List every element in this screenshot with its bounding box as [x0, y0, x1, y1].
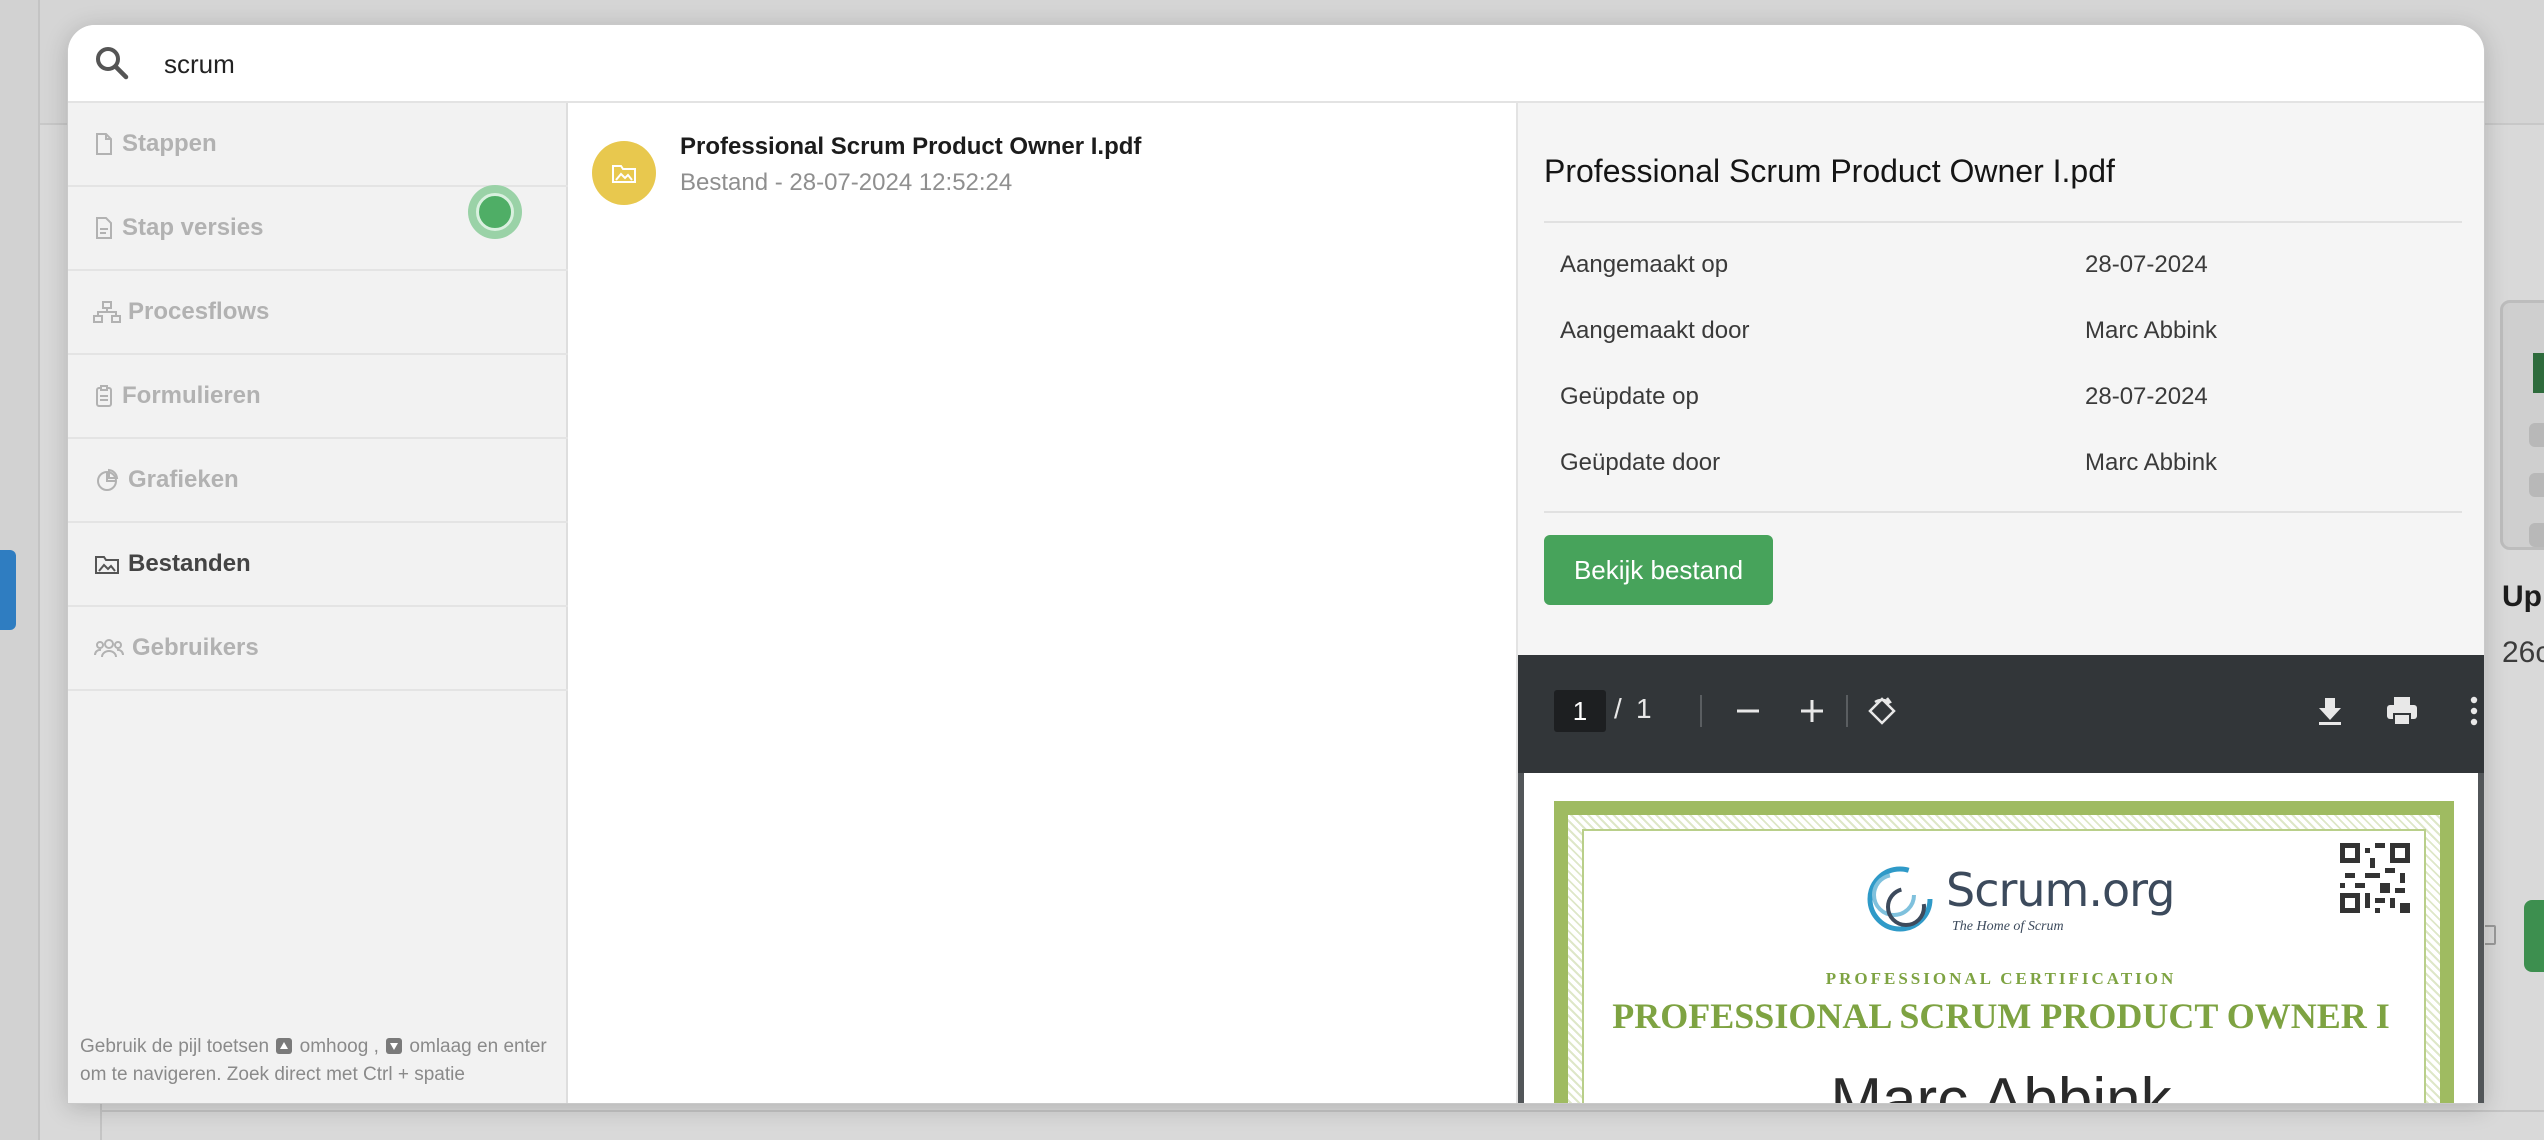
- meta-value: 28-07-2024: [2085, 383, 2208, 410]
- sidebar-item-gebruikers[interactable]: Gebruikers: [68, 607, 568, 691]
- background-card-dot: [2529, 423, 2544, 447]
- sidebar-item-label: Stappen: [122, 130, 217, 157]
- status-toggle[interactable]: [468, 185, 522, 239]
- meta-value: Marc Abbink: [2085, 317, 2218, 344]
- divider: [1544, 511, 2462, 513]
- pdf-toolbar: 1 / 1: [1518, 655, 2484, 773]
- more-options-icon[interactable]: [2452, 689, 2484, 733]
- scrum-logo-text: Scrum.org: [1946, 863, 2175, 917]
- print-icon[interactable]: [2380, 689, 2424, 733]
- certificate-recipient: Marc Abbink: [1830, 1066, 2172, 1104]
- meta-key: Geüpdate op: [1560, 383, 1699, 410]
- search-input[interactable]: [164, 39, 2064, 89]
- image-folder-icon: [592, 141, 656, 205]
- page-total: 1: [1636, 693, 1652, 724]
- arrow-down-key-icon: [386, 1038, 403, 1054]
- download-icon[interactable]: [2308, 689, 2352, 733]
- help-text-down: omlaag en: [409, 1036, 499, 1057]
- meta-value: Marc Abbink: [2085, 449, 2218, 476]
- search-bar: [68, 25, 2484, 103]
- sidebar-item-label: Gebruikers: [132, 634, 259, 661]
- list-item[interactable]: Professional Scrum Product Owner I.pdf B…: [568, 103, 1516, 231]
- meta-row: Aangemaakt op 28-07-2024: [1544, 233, 2462, 299]
- meta-key: Geüpdate door: [1560, 449, 1721, 476]
- view-file-button[interactable]: Bekijk bestand: [1544, 535, 1773, 605]
- scrum-logo-tagline: The Home of Scrum: [1952, 919, 2064, 934]
- scrum-logo-icon: [1867, 866, 1933, 932]
- pdf-page-area: Scrum.org The Home of Scrum PROFESSIONAL…: [1518, 773, 2484, 1104]
- search-modal: Stappen Stap versies Procesflows Formuli…: [67, 24, 2485, 1104]
- category-sidebar: Stappen Stap versies Procesflows Formuli…: [68, 103, 568, 1103]
- result-subtitle: Bestand - 28-07-2024 12:52:24: [680, 169, 1013, 196]
- sidebar-item-procesflows[interactable]: Procesflows: [68, 271, 568, 355]
- sidebar-item-formulieren[interactable]: Formulieren: [68, 355, 568, 439]
- background-card-dot: [2529, 473, 2544, 497]
- certificate-title: PROFESSIONAL SCRUM PRODUCT OWNER I: [1612, 996, 2390, 1036]
- background-divider: [100, 1110, 2544, 1112]
- meta-key: Aangemaakt door: [1560, 317, 1750, 344]
- background-card-subtitle: 26c: [2502, 636, 2544, 669]
- users-icon: [92, 636, 126, 660]
- pdf-page: Scrum.org The Home of Scrum PROFESSIONAL…: [1524, 773, 2478, 1104]
- meta-value: 28-07-2024: [2085, 251, 2208, 278]
- image-folder-icon: [92, 552, 122, 576]
- clipboard-icon: [92, 384, 116, 408]
- certificate-border: [1554, 801, 2454, 1103]
- sidebar-item-stappen[interactable]: Stappen: [68, 103, 568, 187]
- background-card-accent: [2533, 353, 2544, 393]
- detail-title: Professional Scrum Product Owner I.pdf: [1544, 153, 2115, 189]
- sidebar-item-label: Formulieren: [122, 382, 261, 409]
- meta-row: Geüpdate door Marc Abbink: [1544, 431, 2462, 497]
- background-divider-vertical: [100, 1100, 102, 1140]
- toolbar-divider: [1846, 695, 1848, 727]
- detail-pane: Professional Scrum Product Owner I.pdf A…: [1518, 103, 2484, 1104]
- sidebar-item-grafieken[interactable]: Grafieken: [68, 439, 568, 523]
- rotate-icon[interactable]: [1860, 689, 1904, 733]
- help-text-part1: Gebruik de pijl toetsen: [80, 1036, 270, 1057]
- meta-key: Aangemaakt op: [1560, 251, 1729, 278]
- background-card: [2500, 300, 2544, 550]
- page-separator: /: [1614, 693, 1622, 724]
- pie-chart-icon: [92, 468, 122, 492]
- arrow-up-key-icon: [276, 1038, 293, 1054]
- results-list: Professional Scrum Product Owner I.pdf B…: [568, 103, 1518, 1103]
- sidebar-item-bestanden[interactable]: Bestanden: [68, 523, 568, 607]
- file-versions-icon: [92, 216, 116, 240]
- sidebar-item-label: Bestanden: [128, 550, 251, 577]
- background-green-button: [2524, 900, 2544, 972]
- meta-row: Geüpdate op 28-07-2024: [1544, 365, 2462, 431]
- file-icon: [92, 132, 116, 156]
- toolbar-divider: [1700, 695, 1702, 727]
- sidebar-item-label: Stap versies: [122, 214, 264, 241]
- result-title: Professional Scrum Product Owner I.pdf: [680, 133, 1142, 160]
- meta-row: Aangemaakt door Marc Abbink: [1544, 299, 2462, 365]
- zoom-in-icon[interactable]: [1790, 689, 1834, 733]
- help-text-up: omhoog ,: [299, 1036, 379, 1057]
- divider: [1544, 221, 2462, 223]
- background-card-dot: [2529, 523, 2544, 547]
- page-number-input[interactable]: 1: [1554, 690, 1606, 732]
- background-blue-tab: [0, 550, 16, 630]
- sidebar-item-label: Grafieken: [128, 466, 239, 493]
- zoom-out-icon[interactable]: [1726, 689, 1770, 733]
- keyboard-help-text: Gebruik de pijl toetsen omhoog , omlaag …: [80, 1033, 560, 1089]
- flow-icon: [92, 300, 122, 324]
- search-icon: [92, 43, 132, 83]
- qr-code-icon: [2340, 843, 2410, 913]
- certificate-kicker: PROFESSIONAL CERTIFICATION: [1825, 969, 2177, 988]
- sidebar-item-label: Procesflows: [128, 298, 270, 325]
- background-card-title: Upl: [2502, 580, 2544, 613]
